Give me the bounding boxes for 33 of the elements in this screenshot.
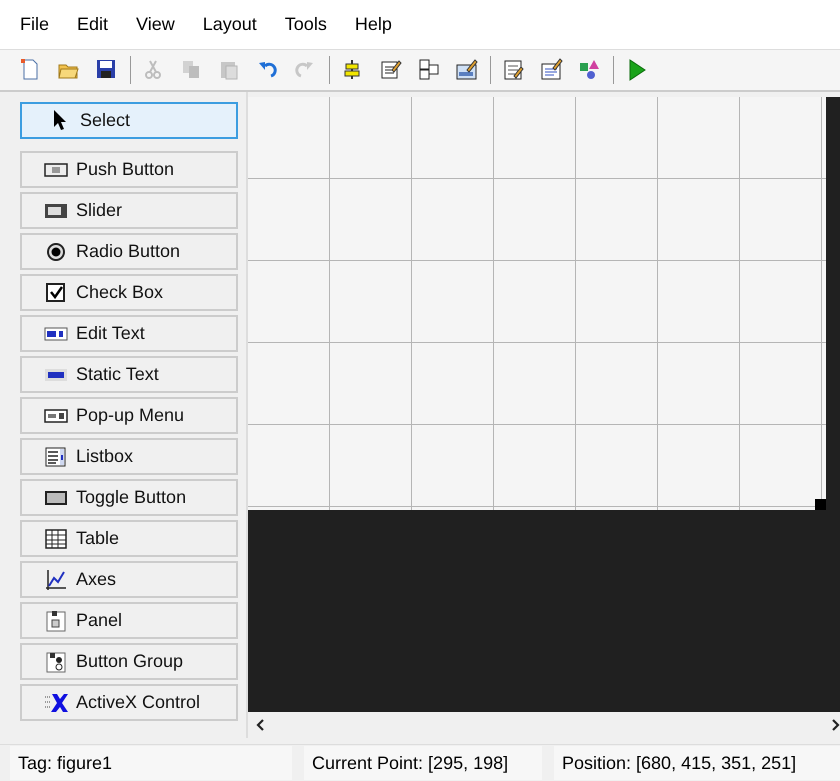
palette-button[interactable]: Check Box (20, 274, 238, 311)
palette-button[interactable]: Select (20, 102, 238, 139)
checkbox-icon (44, 280, 68, 304)
palette-button[interactable]: Axes (20, 561, 238, 598)
palette-button[interactable]: Pop-up Menu (20, 397, 238, 434)
palette-button[interactable]: Push Button (20, 151, 238, 188)
menu-item[interactable]: Edit (77, 14, 108, 35)
panel-icon (44, 608, 68, 632)
palette-button[interactable]: ActiveX Control (20, 684, 238, 721)
palette-button[interactable]: Slider (20, 192, 238, 229)
palette-button[interactable]: Radio Button (20, 233, 238, 270)
palette-button[interactable]: Listbox (20, 438, 238, 475)
status-field: Tag: figure1 (10, 746, 292, 780)
menu-item[interactable]: View (136, 14, 175, 35)
palette-button[interactable]: Button Group (20, 643, 238, 680)
layout-canvas[interactable] (248, 97, 840, 712)
menu-item[interactable]: Tools (284, 14, 327, 35)
button-group-icon (44, 650, 68, 674)
scroll-right-icon[interactable] (830, 718, 840, 732)
palette-button[interactable]: Edit Text (20, 315, 238, 352)
menu-item[interactable]: File (20, 14, 50, 35)
status-field: Position: [680, 415, 351, 251] (554, 746, 840, 780)
palette-button[interactable]: Panel (20, 602, 238, 639)
palette-button[interactable]: Table (20, 520, 238, 557)
listbox-icon (44, 444, 68, 468)
menu-item[interactable]: Help (354, 14, 392, 35)
palette-button[interactable]: Static Text (20, 356, 238, 393)
palette-button[interactable]: Toggle Button (20, 479, 238, 516)
table-icon (44, 526, 68, 550)
status-field: Current Point: [295, 198] (304, 746, 542, 780)
menu-item[interactable]: Layout (202, 14, 257, 35)
axes-icon (44, 568, 68, 592)
resize-handle[interactable] (815, 499, 826, 510)
